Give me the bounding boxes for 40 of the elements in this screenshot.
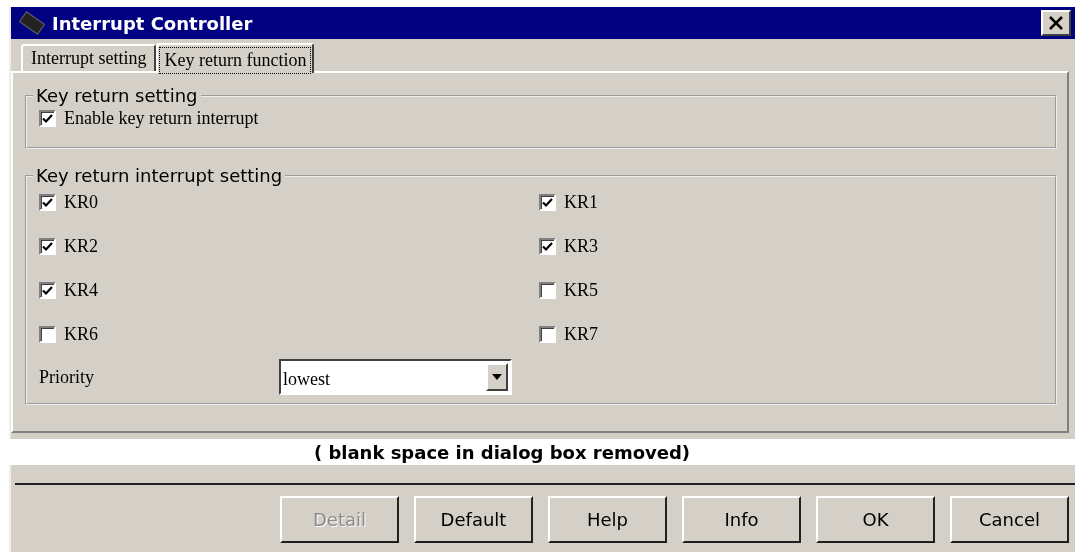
group-title: Key return interrupt setting <box>35 165 284 186</box>
dialog-button[interactable]: Cancel <box>950 496 1069 543</box>
priority-dropdown[interactable]: lowest <box>279 359 512 395</box>
group-title: Key return setting <box>35 85 199 106</box>
check-icon <box>542 197 553 208</box>
tab[interactable]: Key return function <box>156 43 315 73</box>
dialog-button[interactable]: OK <box>816 496 935 543</box>
window-title: Interrupt Controller <box>52 12 253 34</box>
dialog-button[interactable]: Help <box>548 496 667 543</box>
checkbox[interactable] <box>39 326 56 343</box>
checkbox[interactable] <box>539 238 556 255</box>
check-icon <box>42 285 53 296</box>
checkbox[interactable] <box>539 194 556 211</box>
check-icon <box>542 241 553 252</box>
dialog-button[interactable]: Default <box>414 496 533 543</box>
checkbox[interactable] <box>539 282 556 299</box>
check-icon <box>42 197 53 208</box>
tab[interactable]: Interrupt setting <box>21 44 157 71</box>
checkbox-label: KR2 <box>64 236 98 257</box>
close-button[interactable] <box>1041 10 1071 36</box>
check-icon <box>42 241 53 252</box>
checkbox[interactable] <box>39 282 56 299</box>
checkbox-label: KR1 <box>564 192 598 213</box>
checkbox[interactable] <box>539 326 556 343</box>
checkbox[interactable] <box>39 238 56 255</box>
note-text: ( blank space in dialog box removed) <box>313 441 691 463</box>
checkbox-label: KR4 <box>64 280 98 301</box>
checkbox-label: KR6 <box>64 324 98 345</box>
dialog-button[interactable]: Info <box>682 496 801 543</box>
checkbox-label: KR0 <box>64 192 98 213</box>
checkbox-label: KR3 <box>564 236 598 257</box>
close-icon <box>1047 15 1065 31</box>
checkbox[interactable] <box>39 110 56 127</box>
checkbox-label: Enable key return interrupt <box>64 108 259 129</box>
checkbox-label: KR7 <box>564 324 598 345</box>
check-icon <box>42 113 53 124</box>
checkbox-label: KR5 <box>564 280 598 301</box>
priority-label: Priority <box>39 366 95 388</box>
checkbox[interactable] <box>39 194 56 211</box>
caret-icon <box>492 374 502 380</box>
